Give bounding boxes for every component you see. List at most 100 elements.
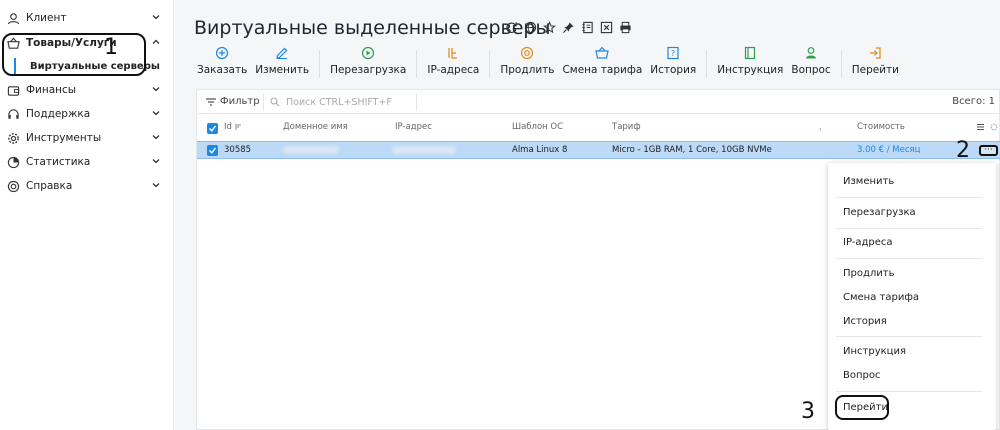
page-title: Виртуальные выделенные серверы	[194, 17, 551, 39]
column-header-tariff[interactable]: Тариф	[612, 122, 641, 132]
menu-item-change-tariff[interactable]: Смена тарифа	[843, 292, 919, 303]
toolbar-divider	[319, 50, 321, 78]
question-button-label: Вопрос	[791, 64, 831, 76]
column-header-ip[interactable]: IP-адрес	[395, 122, 432, 132]
history-button-label: История	[650, 64, 697, 76]
sidebar-item-label: Клиент	[26, 12, 67, 24]
menu-item-history[interactable]: История	[843, 316, 887, 327]
goto-button[interactable]: Перейти	[848, 46, 903, 76]
order-button-label: Заказать	[197, 64, 248, 76]
sidebar-item-label: Статистика	[26, 156, 91, 168]
table-header: Id Доменное имя IP-адрес Шаблон ОС Тариф…	[197, 119, 1000, 137]
history-button[interactable]: ? История	[646, 46, 700, 76]
chevron-down-icon	[152, 135, 160, 140]
menu-item-edit[interactable]: Изменить	[843, 176, 894, 187]
chevron-down-icon	[152, 183, 160, 188]
svg-text:?: ?	[671, 49, 675, 58]
pin-icon[interactable]	[562, 21, 575, 34]
column-header-domain[interactable]: Доменное имя	[283, 122, 348, 132]
filter-label: Фильтр	[220, 96, 260, 107]
gear-icon[interactable]	[990, 123, 998, 131]
toolbar-divider	[416, 50, 418, 78]
annotation-number-2: 2	[956, 138, 970, 163]
annotation-number-3: 3	[801, 399, 815, 424]
menu-item-question[interactable]: Вопрос	[843, 370, 880, 381]
row-actions-button[interactable]: ···	[979, 145, 998, 156]
basket-icon	[595, 46, 610, 60]
change-tariff-button[interactable]: Смена тарифа	[558, 46, 646, 76]
instruction-button-label: Инструкция	[717, 64, 784, 76]
sidebar-item-support[interactable]: Поддержка	[0, 103, 174, 125]
sidebar-item-finance[interactable]: Финансы	[0, 79, 174, 101]
order-button[interactable]: Заказать	[193, 46, 251, 76]
renew-button-label: Продлить	[500, 64, 555, 76]
annotation-box-1	[2, 33, 146, 76]
lifebuoy-icon	[6, 179, 20, 193]
wallet-icon	[6, 83, 20, 97]
ip-addresses-button-label: IP-адреса	[427, 64, 480, 76]
chevron-down-icon	[152, 111, 160, 116]
renew-button[interactable]: Продлить	[496, 46, 558, 76]
chevron-up-icon	[152, 39, 160, 44]
ip-icon	[446, 46, 460, 60]
chevron-down-icon	[152, 15, 160, 20]
menu-item-ip-addresses[interactable]: IP-адреса	[843, 237, 893, 248]
refresh-icon[interactable]	[505, 21, 518, 34]
menu-item-reboot[interactable]: Перезагрузка	[843, 207, 916, 218]
sidebar-item-label: Финансы	[26, 84, 77, 96]
row-context-menu: Изменить Перезагрузка IP-адреса Продлить…	[828, 163, 996, 430]
chevron-down-icon	[152, 87, 160, 92]
filter-button[interactable]: Фильтр	[205, 96, 260, 107]
user-icon	[6, 11, 20, 25]
menu-divider	[836, 258, 982, 259]
print-icon[interactable]	[619, 21, 632, 34]
sidebar-item-tools[interactable]: Инструменты	[0, 127, 174, 149]
menu-divider	[836, 336, 982, 337]
lifebuoy-icon	[520, 46, 534, 60]
cell-tariff: Micro - 1GB RAM, 1 Core, 10GB NVMe	[612, 145, 772, 155]
cell-price[interactable]: 3.00 € / Месяц	[857, 145, 920, 155]
sidebar-item-client[interactable]: Клиент	[0, 7, 174, 29]
annotation-number-1: 1	[104, 35, 118, 60]
ip-addresses-button[interactable]: IP-адреса	[423, 46, 483, 76]
export-icon[interactable]	[600, 21, 613, 34]
sidebar-item-label: Справка	[26, 180, 73, 192]
search-input[interactable]: Поиск CTRL+SHIFT+F	[263, 93, 417, 111]
edit-button[interactable]: Изменить	[251, 46, 313, 76]
title-actions	[505, 21, 632, 34]
column-header-os-template[interactable]: Шаблон ОС	[512, 122, 563, 132]
star-icon[interactable]	[543, 21, 556, 34]
select-all-checkbox[interactable]	[207, 123, 218, 134]
menu-lines-icon[interactable]	[976, 123, 985, 131]
enter-icon	[868, 46, 882, 60]
change-tariff-button-label: Смена тарифа	[562, 64, 643, 76]
table-row[interactable]: 30585 Alma Linux 8 Micro - 1GB RAM, 1 Co…	[197, 141, 1000, 159]
sort-icon[interactable]	[234, 123, 242, 131]
menu-item-instruction[interactable]: Инструкция	[843, 346, 906, 357]
sidebar-item-statistics[interactable]: Статистика	[0, 151, 174, 173]
pencil-icon	[275, 46, 289, 60]
menu-divider	[836, 228, 982, 229]
question-box-icon: ?	[666, 46, 680, 60]
reboot-button[interactable]: Перезагрузка	[326, 46, 410, 76]
globe-icon[interactable]	[524, 21, 537, 34]
redacted-domain	[283, 146, 339, 154]
notebook-icon[interactable]	[581, 21, 594, 34]
menu-divider	[836, 391, 982, 392]
column-header-price[interactable]: Стоимость	[857, 122, 905, 132]
toolbar-divider	[706, 50, 708, 78]
menu-item-renew[interactable]: Продлить	[843, 268, 895, 279]
gear-icon	[6, 131, 20, 145]
edit-button-label: Изменить	[255, 64, 310, 76]
chevron-down-icon	[152, 159, 160, 164]
headset-icon	[6, 107, 20, 121]
question-button[interactable]: Вопрос	[787, 46, 834, 76]
row-checkbox[interactable]	[207, 145, 218, 156]
search-icon	[270, 97, 280, 107]
toolbar-divider	[489, 50, 491, 78]
column-header-id[interactable]: Id	[224, 122, 232, 132]
total-count: Всего: 1	[952, 96, 995, 107]
sidebar-item-help[interactable]: Справка	[0, 175, 174, 197]
sidebar-item-label: Поддержка	[26, 108, 91, 120]
instruction-button[interactable]: Инструкция	[713, 46, 787, 76]
